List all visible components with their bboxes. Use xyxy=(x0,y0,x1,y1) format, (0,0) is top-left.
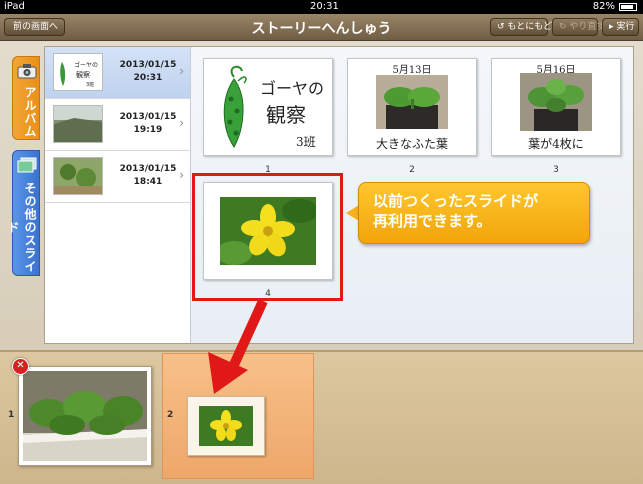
close-icon: ✕ xyxy=(16,360,25,371)
story-list-item[interactable]: 2013/01/15 18:41 › xyxy=(45,151,190,203)
callout-line2: 再利用できます。 xyxy=(373,212,492,230)
story-list-item[interactable]: ゴーヤの 観察 3班 2013/01/15 20:31 › xyxy=(45,47,190,99)
chevron-right-icon: › xyxy=(179,116,184,130)
flower-photo xyxy=(199,406,253,446)
slide-group: 3班 xyxy=(296,135,316,149)
svg-text:ゴーヤの: ゴーヤの xyxy=(74,61,98,69)
plant-photo xyxy=(520,73,592,131)
slides-icon xyxy=(17,157,37,173)
story-datetime: 2013/01/15 18:41 xyxy=(119,164,177,187)
tray-slide[interactable] xyxy=(18,366,152,466)
slide-thumbnail[interactable]: 5月13日 大きなふた葉 xyxy=(347,58,477,156)
redo-button[interactable]: ↻ やり直す xyxy=(552,18,605,36)
tray-drop-slot[interactable]: 2 ライド xyxy=(162,353,314,479)
slide-title-line2: 観察 xyxy=(266,103,306,127)
tab-album[interactable]: アルバム xyxy=(12,56,40,140)
camera-icon xyxy=(17,63,37,79)
story-thumbnail xyxy=(53,157,103,195)
device-name: iPad xyxy=(4,1,25,12)
slide-caption: 大きなふた葉 xyxy=(375,137,448,151)
slide-number: 2 xyxy=(409,165,415,175)
status-bar: iPad 20:31 82% xyxy=(0,0,643,14)
undo-button[interactable]: ↺ もとにもどす xyxy=(490,18,561,36)
story-datetime: 2013/01/15 19:19 xyxy=(119,112,177,135)
delete-slide-button[interactable]: ✕ xyxy=(12,358,29,375)
svg-text:3班: 3班 xyxy=(86,81,94,88)
nav-bar: 前の画面へ ストーリーへんしゅう ↺ もとにもどす ↻ やり直す ▸ 実行 xyxy=(0,14,643,41)
story-list: ゴーヤの 観察 3班 2013/01/15 20:31 › 2013/01/15 19:… xyxy=(45,47,191,343)
garden-photo xyxy=(23,371,147,461)
slide-title-line1: ゴーヤの xyxy=(260,79,325,98)
slide-thumbnail[interactable]: ゴーヤの 観察 3班 xyxy=(203,58,333,156)
highlight-frame xyxy=(192,173,343,301)
run-button-label: 実行 xyxy=(616,22,635,32)
svg-text:観察: 観察 xyxy=(76,70,90,79)
run-button[interactable]: ▸ 実行 xyxy=(602,18,639,36)
slide-date: 5月13日 xyxy=(392,65,432,76)
dragged-slide[interactable] xyxy=(187,396,265,456)
undo-icon: ↺ xyxy=(497,22,508,32)
redo-button-label: やり直す xyxy=(569,22,606,32)
battery-percent: 82% xyxy=(592,1,615,12)
tab-other-slides[interactable]: その他のスライド xyxy=(6,150,40,276)
slide-thumbnail[interactable]: 5月16日 葉が4枚に xyxy=(491,58,621,156)
chevron-right-icon: › xyxy=(179,64,184,78)
slide-number: 3 xyxy=(553,165,559,175)
tray-item-number: 1 xyxy=(8,410,15,420)
tray-item-number: 2 xyxy=(167,410,174,420)
battery-icon xyxy=(619,3,637,11)
tab-album-label: アルバム xyxy=(23,86,37,138)
status-time: 20:31 xyxy=(310,1,339,12)
story-thumbnail xyxy=(53,105,103,143)
story-thumbnail: ゴーヤの 観察 3班 xyxy=(53,53,103,91)
redo-icon: ↻ xyxy=(559,22,570,32)
story-datetime: 2013/01/15 20:31 xyxy=(119,60,177,83)
story-list-item[interactable]: 2013/01/15 19:19 › xyxy=(45,99,190,151)
seedling-photo xyxy=(376,75,448,129)
callout-bubble: 以前つくったスライドが 再利用できます。 xyxy=(358,182,590,244)
chevron-right-icon: › xyxy=(179,168,184,182)
slide-caption: 葉が4枚に xyxy=(528,137,584,151)
callout-line1: 以前つくったスライドが xyxy=(373,192,539,210)
